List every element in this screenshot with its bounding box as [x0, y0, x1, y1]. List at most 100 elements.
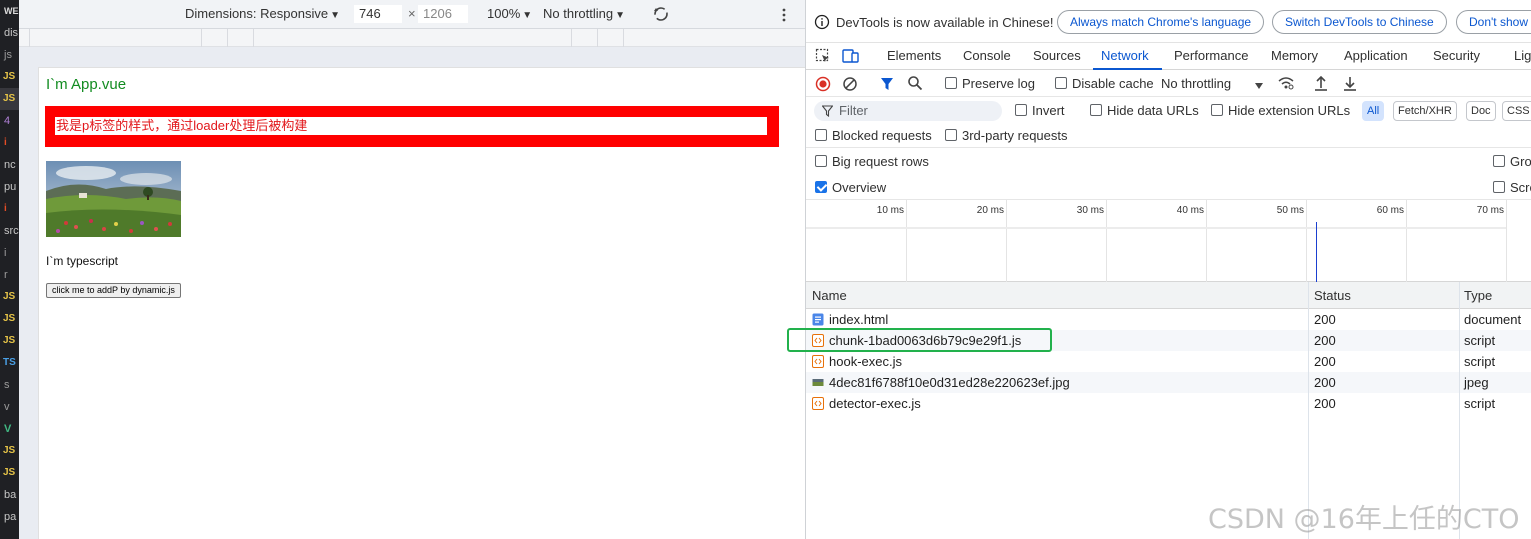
clear-icon[interactable]: [842, 76, 858, 95]
dont-show-button[interactable]: Don't show a: [1456, 10, 1531, 34]
info-icon: [814, 14, 830, 33]
tree-item[interactable]: dis: [0, 22, 19, 44]
zoom-dropdown[interactable]: 100% ▼: [487, 6, 532, 21]
caret-down-icon: ▼: [615, 10, 625, 21]
tree-item[interactable]: i: [0, 198, 19, 220]
tree-item[interactable]: v: [0, 396, 19, 418]
grid-line: [1106, 200, 1107, 282]
switch-chinese-button[interactable]: Switch DevTools to Chinese: [1272, 10, 1447, 34]
request-status: 200: [1314, 312, 1336, 327]
tree-item[interactable]: r: [0, 264, 19, 286]
width-input[interactable]: 746: [354, 5, 402, 23]
screenshots-checkbox[interactable]: [1493, 181, 1505, 193]
more-options-icon[interactable]: [781, 7, 787, 26]
third-party-checkbox[interactable]: [945, 129, 957, 141]
table-row[interactable]: hook-exec.js 200 script: [806, 351, 1531, 372]
match-language-button[interactable]: Always match Chrome's language: [1057, 10, 1265, 34]
dimensions-dropdown[interactable]: Dimensions: Responsive ▼: [185, 6, 340, 21]
tab-sources[interactable]: Sources: [1033, 48, 1081, 63]
ruler-tick: [201, 29, 202, 47]
tree-item[interactable]: js: [0, 44, 19, 66]
invert-checkbox[interactable]: [1015, 104, 1027, 116]
request-filter-row: Blocked requests 3rd-party requests: [806, 124, 1531, 148]
filter-input[interactable]: Filter: [814, 101, 1002, 121]
zoom-label: 100%: [487, 6, 521, 21]
tree-item[interactable]: src: [0, 220, 19, 242]
table-row[interactable]: chunk-1bad0063d6b79c9e29f1.js 200 script: [806, 330, 1531, 351]
tree-item[interactable]: ba: [0, 484, 19, 506]
device-toggle-icon[interactable]: [842, 48, 860, 67]
tab-performance[interactable]: Performance: [1174, 48, 1248, 63]
tab-security[interactable]: Security: [1433, 48, 1480, 63]
record-icon[interactable]: [815, 76, 831, 95]
tree-item[interactable]: JS: [0, 286, 19, 308]
disable-cache-checkbox[interactable]: [1055, 77, 1067, 89]
network-throttling-dropdown[interactable]: No throttling: [1161, 76, 1231, 91]
tree-item[interactable]: JS: [0, 440, 19, 462]
overview-divider: [806, 227, 1506, 229]
tab-application[interactable]: Application: [1344, 48, 1408, 63]
overview-checkbox[interactable]: [815, 181, 827, 193]
document-icon: [812, 313, 824, 326]
network-conditions-icon[interactable]: [1277, 75, 1295, 94]
tick-label: 60 ms: [1376, 205, 1404, 216]
settings-row-2: Overview Scre: [806, 174, 1531, 200]
tick-label: 40 ms: [1176, 205, 1204, 216]
throttling-dropdown[interactable]: No throttling ▼: [543, 6, 625, 21]
tab-lighthouse[interactable]: Lig: [1514, 48, 1531, 63]
tab-memory[interactable]: Memory: [1271, 48, 1318, 63]
type-filter-fetch[interactable]: Fetch/XHR: [1393, 101, 1457, 121]
ruler-tick: [29, 29, 30, 47]
type-filter-all[interactable]: All: [1362, 101, 1385, 121]
tree-item[interactable]: WEBP: [0, 0, 19, 22]
image-icon: [812, 376, 824, 389]
tree-item[interactable]: 4: [0, 110, 19, 132]
tree-item[interactable]: nc: [0, 154, 19, 176]
type-filter-css[interactable]: CSS: [1502, 101, 1531, 121]
grid-line: [1406, 200, 1407, 282]
height-input[interactable]: 1206: [418, 5, 468, 23]
table-row[interactable]: index.html 200 document: [806, 309, 1531, 330]
rotate-icon[interactable]: [652, 5, 670, 26]
type-filter-doc[interactable]: Doc: [1466, 101, 1496, 121]
inspect-element-icon[interactable]: [815, 48, 831, 67]
tab-elements[interactable]: Elements: [887, 48, 941, 63]
tree-item[interactable]: V: [0, 418, 19, 440]
preserve-log-checkbox[interactable]: [945, 77, 957, 89]
screenshots-label: Scre: [1510, 180, 1531, 195]
blocked-requests-checkbox[interactable]: [815, 129, 827, 141]
tree-item[interactable]: pu: [0, 176, 19, 198]
devtools-tabs: Elements Console Sources Network Perform…: [806, 43, 1531, 70]
devtools-panel: DevTools is now available in Chinese! Al…: [805, 0, 1531, 539]
column-status[interactable]: Status: [1314, 288, 1351, 303]
tree-item[interactable]: TS: [0, 352, 19, 374]
big-request-rows-checkbox[interactable]: [815, 155, 827, 167]
tab-network[interactable]: Network: [1101, 48, 1149, 63]
tree-item[interactable]: JS: [0, 88, 19, 110]
import-har-icon[interactable]: [1314, 75, 1328, 94]
column-name[interactable]: Name: [812, 288, 847, 303]
add-p-button[interactable]: click me to addP by dynamic.js: [46, 283, 181, 298]
tree-item[interactable]: i: [0, 242, 19, 264]
tree-item[interactable]: JS: [0, 308, 19, 330]
hide-data-urls-checkbox[interactable]: [1090, 104, 1102, 116]
tree-item[interactable]: JS: [0, 66, 19, 88]
table-row[interactable]: 4dec81f6788f10e0d31ed28e220623ef.jpg 200…: [806, 372, 1531, 393]
tree-item[interactable]: i: [0, 132, 19, 154]
caret-down-icon[interactable]: [1254, 78, 1264, 93]
filter-funnel-icon[interactable]: [880, 76, 894, 95]
tree-item[interactable]: s: [0, 374, 19, 396]
hide-extension-urls-checkbox[interactable]: [1211, 104, 1223, 116]
tree-item[interactable]: JS: [0, 462, 19, 484]
tab-console[interactable]: Console: [963, 48, 1011, 63]
table-row[interactable]: detector-exec.js 200 script: [806, 393, 1531, 414]
export-har-icon[interactable]: [1343, 75, 1357, 94]
search-icon[interactable]: [907, 75, 923, 94]
hide-extension-urls-label: Hide extension URLs: [1228, 103, 1351, 118]
network-overview-timeline[interactable]: 10 ms 20 ms 30 ms 40 ms 50 ms 60 ms 70 m…: [806, 200, 1531, 282]
tree-item[interactable]: pa: [0, 506, 19, 528]
group-by-frame-checkbox[interactable]: [1493, 155, 1505, 167]
tree-item[interactable]: JS: [0, 330, 19, 352]
column-type[interactable]: Type: [1464, 288, 1492, 303]
request-type: script: [1464, 354, 1496, 369]
